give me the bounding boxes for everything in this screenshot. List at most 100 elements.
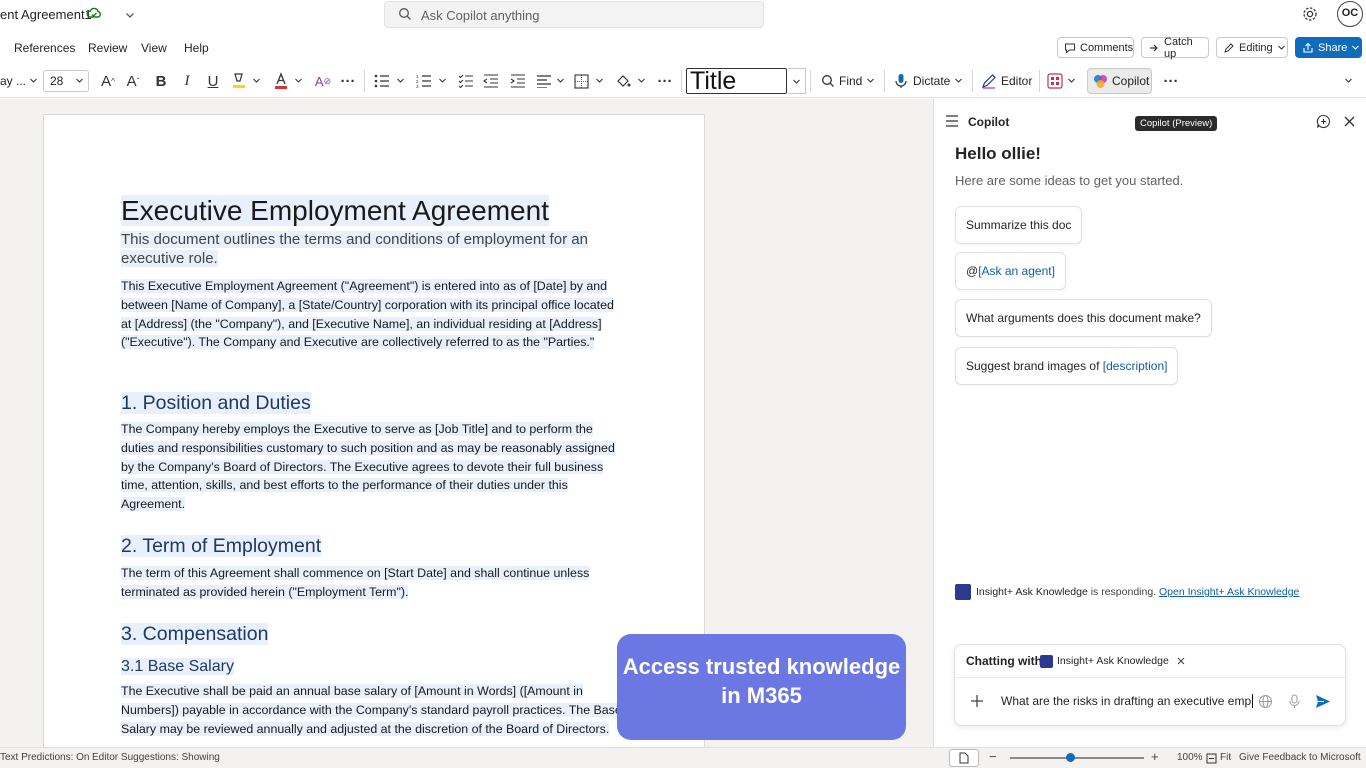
suggestion-brand-images[interactable]: Suggest brand images of [description] (955, 347, 1179, 385)
tab-review[interactable]: Review (88, 41, 127, 55)
grow-font-icon[interactable]: A ^ (98, 71, 118, 91)
zoom-out-icon[interactable]: − (989, 749, 997, 764)
catch-up-button[interactable]: Catch up (1141, 36, 1209, 60)
close-icon[interactable] (1343, 115, 1356, 128)
find-label[interactable]: Find (839, 74, 862, 88)
title-bar: ent Agreement1 Ask Copilot anything OC (0, 0, 1366, 30)
more-options-icon[interactable]: ··· (1161, 71, 1181, 91)
more-paragraph-options-icon[interactable]: ··· (655, 71, 675, 91)
search-box[interactable]: Ask Copilot anything (384, 1, 764, 28)
document-subtitle[interactable]: This document outlines the terms and con… (121, 231, 591, 268)
clear-formatting-icon[interactable]: A ⊘ (313, 71, 333, 91)
checklist-icon[interactable] (456, 71, 476, 91)
numbering-icon[interactable]: 123 (414, 71, 434, 91)
ribbon-collapse-chevron-icon[interactable] (1344, 76, 1353, 85)
section-body-compensation[interactable]: The Executive shall be paid an annual ba… (121, 682, 626, 747)
more-font-options-icon[interactable]: ··· (338, 71, 358, 91)
share-button[interactable]: Share (1295, 37, 1362, 58)
zoom-slider-thumb[interactable] (1066, 753, 1076, 762)
section-heading-term[interactable]: 2. Term of Employment (121, 533, 322, 559)
search-icon[interactable] (818, 71, 838, 91)
dictate-label[interactable]: Dictate (913, 74, 950, 88)
font-name-select[interactable]: ay ... (0, 74, 26, 88)
saved-icon[interactable] (86, 6, 102, 22)
shading-icon[interactable] (613, 71, 633, 91)
remove-agent-icon[interactable] (1176, 656, 1186, 666)
section-body-term[interactable]: The term of this Agreement shall commenc… (121, 564, 626, 602)
chevron-down-icon[interactable] (954, 76, 963, 85)
bold-icon[interactable]: B (151, 71, 171, 91)
section-heading-compensation[interactable]: 3. Compensation (121, 621, 269, 647)
chevron-down-icon[interactable] (556, 76, 565, 85)
suggestion-arguments[interactable]: What arguments does this document make? (955, 299, 1212, 337)
section-body-position[interactable]: The Company hereby employs the Executive… (121, 420, 626, 514)
chevron-down-icon[interactable] (29, 76, 38, 85)
editor-label[interactable]: Editor (1001, 74, 1032, 88)
underline-icon[interactable]: U (203, 71, 223, 91)
microphone-icon[interactable] (1288, 694, 1301, 709)
increase-indent-icon[interactable] (508, 71, 528, 91)
avatar[interactable]: OC (1337, 1, 1363, 27)
chevron-down-icon[interactable] (75, 76, 84, 85)
chevron-down-icon[interactable] (637, 76, 646, 85)
agent-chip[interactable]: Insight+ Ask Knowledge (1040, 651, 1186, 671)
add-attachment-icon[interactable] (970, 694, 984, 708)
fit-icon[interactable] (1206, 753, 1217, 764)
document-title[interactable]: ent Agreement1 (0, 7, 92, 22)
tab-view[interactable]: View (141, 41, 167, 55)
section-heading-position[interactable]: 1. Position and Duties (121, 390, 311, 416)
fit-label[interactable]: Fit (1220, 752, 1231, 763)
editing-label: Editing (1239, 41, 1273, 54)
tab-references[interactable]: References (14, 41, 75, 55)
chevron-down-icon[interactable] (866, 76, 875, 85)
chat-input[interactable]: What are the risks in drafting an execut… (1001, 694, 1253, 708)
borders-icon[interactable] (571, 71, 591, 91)
editor-pen-icon[interactable] (979, 71, 999, 91)
editor-suggestions-status[interactable]: Editor Suggestions: Showing (92, 752, 220, 763)
intro-paragraph[interactable]: This Executive Employment Agreement ("Ag… (121, 277, 626, 352)
chevron-down-icon[interactable] (396, 76, 405, 85)
catch-up-icon (1150, 44, 1158, 51)
send-icon[interactable] (1315, 694, 1331, 709)
subsection-heading-base-salary[interactable]: 3.1 Base Salary (121, 656, 234, 678)
zoom-in-icon[interactable]: + (1151, 749, 1159, 764)
italic-icon[interactable]: I (177, 71, 197, 91)
comment-icon (1065, 43, 1075, 54)
suggestion-ask-agent[interactable]: @ [Ask an agent] (955, 252, 1066, 290)
shrink-font-icon[interactable]: Aˇ (123, 71, 143, 91)
chevron-down-icon[interactable] (252, 76, 261, 85)
suggestion-summarize[interactable]: Summarize this doc (955, 206, 1083, 244)
style-gallery-title[interactable]: Title (686, 68, 787, 94)
document-heading[interactable]: Executive Employment Agreement (121, 193, 549, 229)
highlight-icon[interactable] (229, 71, 249, 91)
copilot-ideas-text: Here are some ideas to get you started. (955, 173, 1184, 188)
chevron-down-icon[interactable] (124, 9, 136, 21)
chevron-down-icon[interactable] (595, 76, 604, 85)
editing-mode-button[interactable]: Editing (1216, 37, 1288, 58)
svg-text:3: 3 (416, 84, 419, 88)
insight-agent-logo-icon (1040, 654, 1053, 668)
add-ins-icon[interactable] (1045, 71, 1065, 91)
chevron-down-icon[interactable] (438, 76, 447, 85)
chevron-down-icon[interactable] (1067, 76, 1076, 85)
text-predictions-status[interactable]: Text Predictions: On (0, 752, 89, 763)
comments-button[interactable]: Comments (1057, 37, 1134, 58)
font-color-icon[interactable] (271, 71, 291, 91)
new-chat-icon[interactable] (1316, 114, 1331, 129)
print-layout-button[interactable] (949, 749, 979, 767)
hamburger-menu-icon[interactable] (945, 115, 959, 127)
tab-help[interactable]: Help (184, 41, 209, 55)
gear-icon[interactable] (1301, 5, 1319, 23)
decrease-indent-icon[interactable] (481, 71, 501, 91)
globe-icon[interactable] (1258, 694, 1273, 709)
bullets-icon[interactable] (372, 71, 392, 91)
zoom-level[interactable]: 100% (1177, 752, 1203, 763)
chevron-down-icon[interactable] (294, 76, 303, 85)
align-icon[interactable] (534, 71, 554, 91)
zoom-slider-track[interactable] (1010, 757, 1144, 759)
copilot-button[interactable]: Copilot (1087, 68, 1152, 94)
open-agent-link[interactable]: Open Insight+ Ask Knowledge (1159, 586, 1299, 598)
style-gallery-expand[interactable] (788, 68, 806, 94)
feedback-link[interactable]: Give Feedback to Microsoft (1239, 752, 1361, 763)
microphone-icon[interactable] (891, 71, 911, 91)
